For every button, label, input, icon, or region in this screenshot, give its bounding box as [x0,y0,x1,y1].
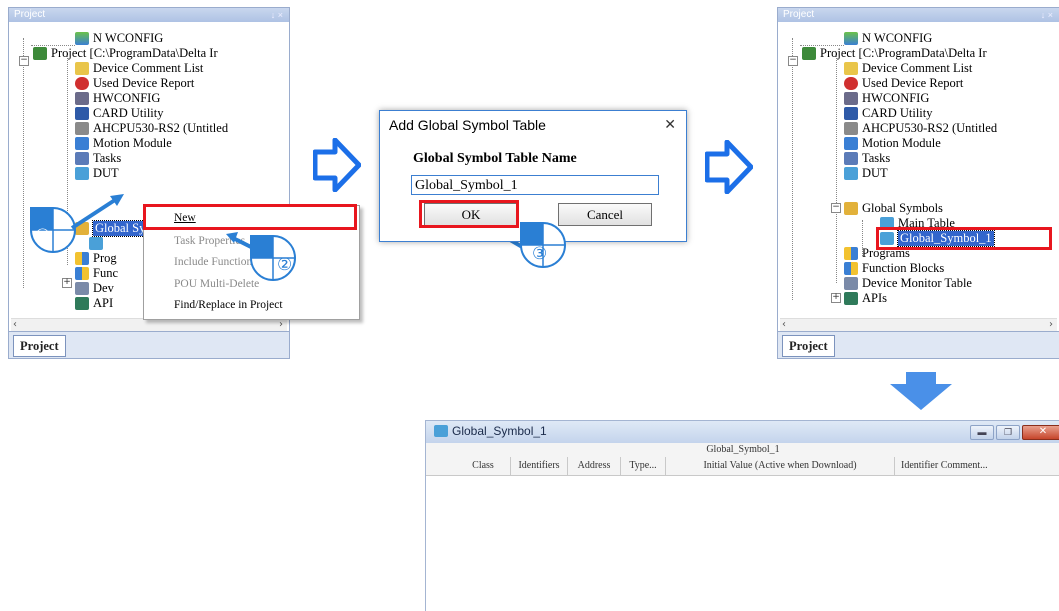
right-project-panel: Project ↓ × − − + N WCONFIG Project [C:\… [777,7,1059,359]
scroll-left-icon[interactable]: ‹ [782,319,786,330]
scroll-right-icon[interactable]: › [1049,319,1053,330]
cancel-button[interactable]: Cancel [558,203,652,226]
global-symbol-window: Global_Symbol_1 ▬ ❐ ✕ Global_Symbol_1 Cl… [425,420,1059,611]
programs-icon [844,247,858,260]
flow-arrow-right-icon [704,139,754,199]
function-blocks-icon [844,262,858,275]
col-type[interactable]: Type... [621,457,666,475]
table-caption: Global_Symbol_1 [426,443,1059,457]
tab-project[interactable]: Project [782,335,835,357]
report-icon [844,77,858,90]
window-title: Global_Symbol_1 [452,424,547,438]
comment-list-icon [844,62,858,75]
table-icon [434,425,448,437]
col-identifier-comment[interactable]: Identifier Comment... [895,457,1059,475]
col-initial-value[interactable]: Initial Value (Active when Download) [666,457,895,475]
table-header-row: Class Identifiers Address Type... Initia… [426,457,1059,476]
cpu-icon [844,122,858,135]
flow-arrow-down-icon [888,372,954,417]
apis-icon [844,292,858,305]
network-icon [844,32,858,45]
col-identifiers[interactable]: Identifiers [511,457,568,475]
hwconfig-icon [844,92,858,105]
highlight-global-symbol-1 [876,227,1052,250]
dut-icon [844,167,858,180]
collapse-icon[interactable]: − [831,203,841,213]
close-icon[interactable]: ✕ [664,117,676,133]
field-label: Global Symbol Table Name [413,151,577,166]
panel-titlebar: Project ↓ × [778,8,1059,22]
step-3-marker: ③ [499,201,566,268]
monitor-icon [844,277,858,290]
expand-icon[interactable]: + [831,293,841,303]
tasks-icon [844,152,858,165]
motion-icon [844,137,858,150]
table-body[interactable] [426,476,1059,611]
minimize-icon[interactable]: ▬ [970,425,994,440]
col-class[interactable]: Class [456,457,511,475]
card-icon [844,107,858,120]
global-symbols-icon [844,202,858,215]
col-address[interactable]: Address [568,457,621,475]
dialog-title: Add Global Symbol Table [389,117,546,133]
panel-tab-bar: Project [778,331,1059,358]
collapse-icon[interactable]: − [788,56,798,66]
close-icon[interactable]: ✕ [1022,425,1059,440]
restore-icon[interactable]: ❐ [996,425,1020,440]
flow-arrow-right-icon [312,137,362,197]
pin-close-icon[interactable]: ↓ × [1041,8,1053,22]
window-titlebar: Global_Symbol_1 ▬ ❐ ✕ [426,421,1059,443]
project-icon [802,47,816,60]
table-name-input[interactable]: Global_Symbol_1 [411,175,659,195]
highlight-ok [419,200,519,228]
panel-title: Project [783,9,815,20]
